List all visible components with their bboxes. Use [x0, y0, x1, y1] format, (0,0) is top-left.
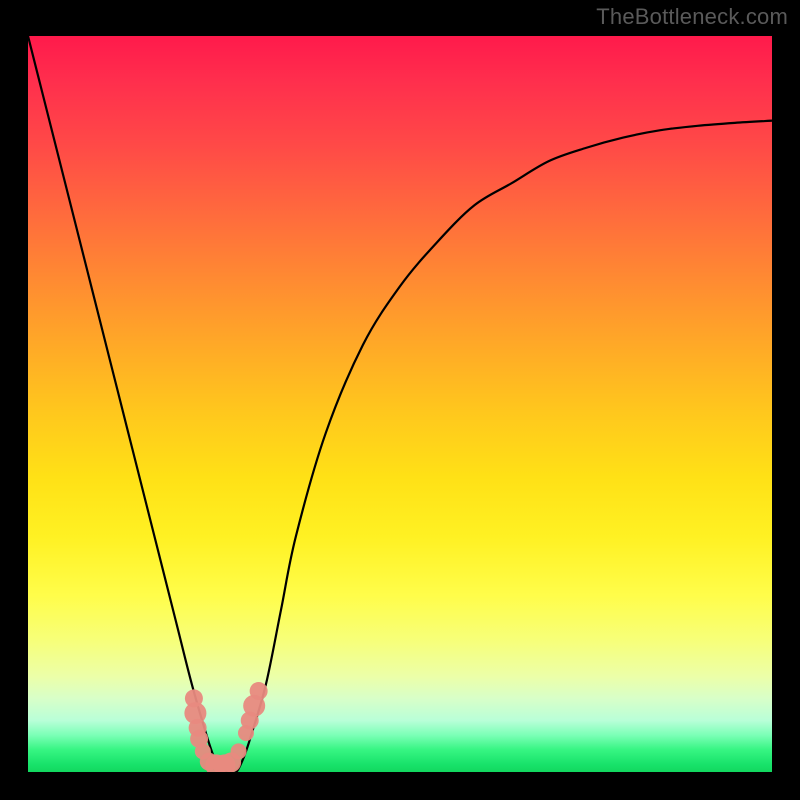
plot-area [28, 36, 772, 772]
bottleneck-curve-path [28, 36, 772, 772]
chart-frame: TheBottleneck.com [0, 0, 800, 800]
marker-group [184, 682, 267, 772]
watermark-text: TheBottleneck.com [596, 4, 788, 30]
bottleneck-curve [28, 36, 772, 772]
marker-dot [250, 682, 268, 700]
curve-layer [28, 36, 772, 772]
marker-dot [231, 743, 247, 759]
